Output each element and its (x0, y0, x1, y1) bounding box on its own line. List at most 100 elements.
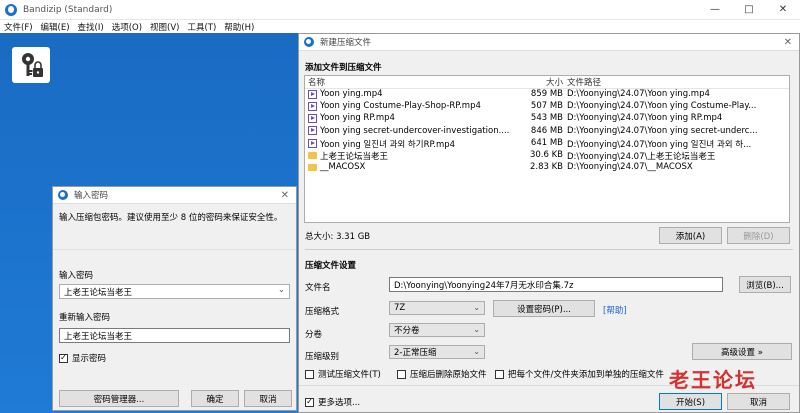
file-row[interactable]: 上老王论坛当老王 30.6 KB D:\Yoonying\24.07\上老王论坛… (305, 150, 789, 162)
column-path-header[interactable]: 文件路径 (567, 76, 787, 88)
chevron-down-icon: ⌄ (473, 303, 480, 312)
file-path: D:\Yoonying\24.07\Yoon ying secret-under… (567, 125, 758, 136)
confirm-password-input[interactable]: 上老王论坛当老王 (59, 328, 290, 343)
cancel-button[interactable]: 取消 (244, 390, 292, 407)
video-file-icon (308, 126, 317, 136)
more-options-checkbox[interactable]: ✓ 更多选项... (305, 396, 360, 408)
menu-help[interactable]: 帮助(H) (224, 21, 254, 33)
menu-edit[interactable]: 编辑(E) (41, 21, 70, 33)
show-password-label: 显示密码 (72, 354, 107, 364)
file-name: __MACOSX (320, 162, 366, 173)
advanced-settings-button[interactable]: 高级设置 » (692, 343, 792, 360)
file-name: Yoon ying.mp4 (320, 89, 383, 99)
format-select[interactable]: 7Z ⌄ (389, 301, 485, 315)
file-name: Yoon ying 일진녀 과외 하기RP.mp4 (320, 139, 456, 150)
browse-button[interactable]: 浏览(B)... (739, 276, 791, 293)
level-label: 压缩级别 (305, 352, 340, 362)
chevron-down-icon: ⌄ (473, 325, 480, 334)
file-path: D:\Yoonying\24.07\上老王论坛当老王 (567, 151, 716, 162)
delete-after-checkbox[interactable]: 压缩后删除原始文件 (397, 368, 487, 380)
password-dialog-titlebar: 输入密码 ✕ (53, 187, 296, 204)
video-file-icon (308, 89, 317, 99)
show-password-checkbox[interactable]: ✓ 显示密码 (59, 352, 106, 364)
menu-options[interactable]: 选项(O) (112, 21, 142, 33)
file-size: 2.83 KB (529, 162, 563, 173)
cancel-archive-button[interactable]: 取消 (727, 393, 790, 410)
file-list[interactable]: 名称 大小 文件路径 Yoon ying.mp4 859 MB D:\Yoony… (304, 75, 790, 223)
new-archive-title: 新建压缩文件 (320, 38, 372, 48)
video-file-icon (308, 101, 317, 111)
menu-bar: 文件(F) 编辑(E) 查找(I) 选项(O) 视图(V) 工具(T) 帮助(H… (0, 20, 800, 33)
watermark-text: 老王论坛 (669, 368, 757, 392)
file-row[interactable]: Yoon ying RP.mp4 543 MB D:\Yoonying\24.0… (305, 113, 789, 125)
split-select[interactable]: 不分卷 ⌄ (389, 323, 485, 337)
column-size-header[interactable]: 大小 (505, 76, 563, 88)
new-archive-dialog: 新建压缩文件 ✕ 添加文件到压缩文件 名称 大小 文件路径 Yoon ying.… (298, 33, 800, 413)
main-titlebar: Bandizip (Standard) — □ ✕ (0, 0, 800, 20)
file-row[interactable]: Yoon ying.mp4 859 MB D:\Yoonying\24.07\Y… (305, 89, 789, 101)
test-archive-checkbox[interactable]: 测试压缩文件(T) (305, 368, 381, 380)
split-label: 分卷 (305, 330, 323, 340)
file-row[interactable]: Yoon ying secret-undercover-investigatio… (305, 126, 789, 138)
archive-settings-heading: 压缩文件设置 (305, 261, 357, 271)
key-lock-icon (22, 53, 43, 77)
set-password-button[interactable]: 设置密码(P)... (493, 300, 595, 317)
password-description: 输入压缩包密码。建议使用至少 8 位的密码来保证安全性。 (59, 213, 283, 223)
checkbox-checked-icon[interactable]: ✓ (59, 353, 68, 363)
checkbox-unchecked-icon[interactable] (495, 369, 504, 379)
add-files-heading: 添加文件到压缩文件 (305, 63, 382, 73)
file-path: D:\Yoonying\24.07\Yoon ying 일진녀 과외 하... (567, 139, 752, 150)
password-input-value: 上老王论坛当老王 (64, 287, 133, 298)
password-dialog-title: 输入密码 (74, 191, 109, 201)
column-name-header[interactable]: 名称 (308, 76, 518, 88)
help-link[interactable]: [帮助] (603, 304, 627, 316)
video-file-icon (308, 113, 317, 123)
level-value: 2-正常压缩 (394, 348, 437, 358)
filename-input[interactable]: D:\Yoonying\Yoonying24年7月无水印合集.7z (389, 277, 723, 292)
maximize-button[interactable]: □ (732, 0, 766, 20)
new-archive-close-button[interactable]: ✕ (784, 37, 792, 48)
format-label: 压缩格式 (305, 307, 340, 317)
filename-label: 文件名 (305, 283, 331, 293)
menu-view[interactable]: 视图(V) (150, 21, 179, 33)
file-name: Yoon ying secret-undercover-investigatio… (320, 125, 510, 136)
file-path: D:\Yoonying\24.07\Yoon ying Costume-Play… (567, 101, 757, 112)
video-file-icon (308, 139, 317, 149)
menu-tools[interactable]: 工具(T) (187, 21, 216, 33)
menu-file[interactable]: 文件(F) (4, 21, 33, 33)
folder-icon (308, 163, 317, 171)
file-size: 846 MB (530, 125, 563, 136)
password-dialog-close-button[interactable]: ✕ (281, 190, 289, 201)
total-size: 总大小: 3.31 GB (305, 232, 371, 242)
window-controls: — □ ✕ (698, 0, 800, 20)
bandizip-logo-icon (58, 190, 68, 200)
checkbox-unchecked-icon[interactable] (305, 369, 314, 379)
chevron-down-icon[interactable]: ⌄ (278, 285, 285, 295)
ok-button[interactable]: 确定 (191, 390, 239, 407)
start-button[interactable]: 开始(S) (659, 393, 722, 410)
menu-find[interactable]: 查找(I) (78, 21, 104, 33)
file-size: 859 MB (530, 89, 563, 99)
add-button[interactable]: 添加(A) (659, 227, 722, 244)
delete-button[interactable]: 删除(D) (727, 227, 790, 244)
test-archive-label: 测试压缩文件(T) (318, 370, 381, 380)
confirm-password-label: 重新输入密码 (59, 313, 111, 323)
password-manager-button[interactable]: 密码管理器... (59, 390, 179, 407)
key-lock-tile (12, 47, 50, 83)
bandizip-logo-icon (304, 37, 314, 47)
window-title: Bandizip (Standard) (23, 4, 113, 15)
checkbox-unchecked-icon[interactable] (397, 369, 406, 379)
level-select[interactable]: 2-正常压缩 ⌄ (389, 345, 485, 359)
minimize-button[interactable]: — (698, 0, 732, 20)
close-button[interactable]: ✕ (766, 0, 800, 20)
file-name: Yoon ying Costume-Play-Shop-RP.mp4 (320, 101, 481, 112)
file-size: 30.6 KB (529, 149, 563, 160)
separate-archives-checkbox[interactable]: 把每个文件/文件夹添加到单独的压缩文件 (495, 368, 664, 380)
checkbox-checked-icon[interactable]: ✓ (305, 397, 314, 407)
separate-archives-label: 把每个文件/文件夹添加到单独的压缩文件 (508, 370, 664, 380)
password-input[interactable]: 上老王论坛当老王 ⌄ (59, 284, 290, 299)
file-row[interactable]: Yoon ying 일진녀 과외 하기RP.mp4 641 MB D:\Yoon… (305, 138, 789, 150)
file-path: D:\Yoonying\24.07\Yoon ying RP.mp4 (567, 113, 723, 124)
file-row[interactable]: __MACOSX 2.83 KB D:\Yoonying\24.07\__MAC… (305, 162, 789, 174)
file-row[interactable]: Yoon ying Costume-Play-Shop-RP.mp4 507 M… (305, 101, 789, 113)
